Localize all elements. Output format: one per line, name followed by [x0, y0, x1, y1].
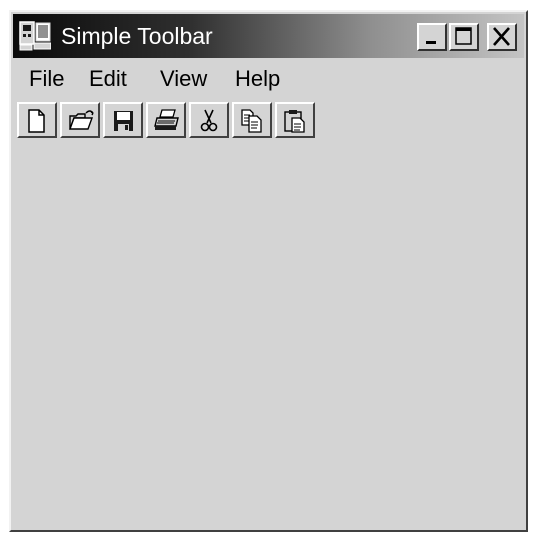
window-title: Simple Toolbar [61, 23, 213, 49]
menu-help[interactable]: Help [235, 66, 280, 92]
maximize-button[interactable] [449, 23, 479, 51]
copy-icon [241, 109, 262, 133]
printer-icon [154, 109, 179, 130]
maximize-icon [455, 27, 472, 45]
menu-file[interactable]: File [29, 66, 64, 92]
title-bar[interactable]: Simple Toolbar [13, 14, 524, 58]
close-button[interactable] [487, 23, 517, 51]
minimize-icon [426, 41, 436, 44]
new-file-icon [28, 109, 45, 133]
toolbar [13, 98, 524, 140]
close-icon [493, 27, 510, 46]
open-button[interactable] [60, 102, 100, 138]
window-app-icon[interactable] [19, 21, 52, 51]
copy-button[interactable] [232, 102, 272, 138]
print-button[interactable] [146, 102, 186, 138]
save-disk-icon [114, 111, 133, 131]
paste-clipboard-icon [284, 110, 305, 133]
menu-view[interactable]: View [160, 66, 207, 92]
scissors-cut-icon [200, 109, 218, 132]
minimize-button[interactable] [417, 23, 447, 51]
menu-edit[interactable]: Edit [89, 66, 127, 92]
save-button[interactable] [103, 102, 143, 138]
open-folder-icon [69, 110, 94, 130]
app-window: Simple Toolbar File Edit View Help [9, 10, 528, 532]
paste-button[interactable] [275, 102, 315, 138]
cut-button[interactable] [189, 102, 229, 138]
new-button[interactable] [17, 102, 57, 138]
menu-bar: File Edit View Help [13, 62, 524, 96]
